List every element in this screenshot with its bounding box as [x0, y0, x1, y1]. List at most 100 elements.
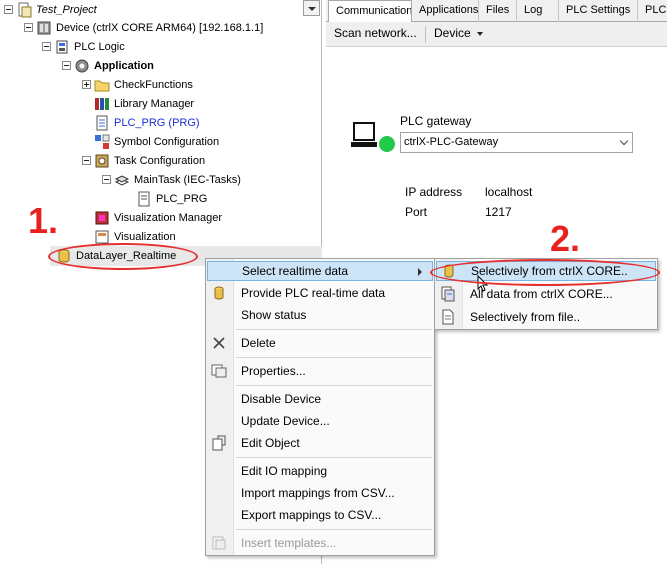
menu-item-edit-object[interactable]: Edit Object: [207, 433, 433, 453]
device-dropdown-label: Device: [434, 26, 471, 40]
collapse-toggle[interactable]: [62, 61, 71, 70]
submenu-item-label: Selectively from file..: [470, 310, 581, 324]
menu-item-edit-io-mapping[interactable]: Edit IO mapping: [207, 461, 433, 481]
tree-item-task-configuration[interactable]: Task Configuration: [82, 151, 205, 170]
task-stack-icon: [114, 172, 130, 188]
library-books-icon: [94, 96, 110, 112]
menu-item-label: Edit Object: [241, 436, 300, 450]
expand-toggle[interactable]: [82, 80, 91, 89]
tree-label: CheckFunctions: [114, 78, 193, 91]
menu-item-export-mappings-csv[interactable]: Export mappings to CSV...: [207, 505, 433, 525]
submenu-item-label: All data from ctrlX CORE...: [470, 287, 613, 301]
tree-item-maintask[interactable]: MainTask (IEC-Tasks): [102, 170, 241, 189]
tree-label: Visualization Manager: [114, 211, 223, 224]
collapse-toggle[interactable]: [24, 23, 33, 32]
tree-label: Library Manager: [114, 97, 195, 110]
tab-plc-settings[interactable]: PLC Settings: [559, 0, 638, 22]
properties-icon: [211, 363, 227, 379]
context-menu: Select realtime data Provide PLC real-ti…: [205, 258, 435, 556]
scan-network-button[interactable]: Scan network...: [334, 26, 417, 40]
plc-logic-icon: [54, 39, 70, 55]
project-icon: [16, 2, 32, 18]
folder-icon: [94, 77, 110, 93]
menu-item-update-device[interactable]: Update Device...: [207, 411, 433, 431]
insert-templates-icon: [211, 535, 227, 551]
tab-applications[interactable]: Applications: [412, 0, 479, 22]
menu-item-label: Select realtime data: [242, 264, 349, 278]
gateway-title: PLC gateway: [400, 114, 472, 128]
tree-label: MainTask (IEC-Tasks): [134, 173, 241, 186]
step1-highlight-ellipse: [48, 243, 198, 270]
tree-label: PLC_PRG (PRG): [114, 116, 200, 129]
menu-separator: [236, 329, 432, 330]
submenu-arrow-icon: [418, 268, 422, 276]
toolbar-separator: [425, 26, 426, 43]
tree-label: PLC Logic: [74, 40, 125, 53]
tree-item-application[interactable]: Application: [62, 56, 154, 75]
menu-item-insert-templates: Insert templates...: [207, 533, 433, 553]
tree-item-plc-prg-call[interactable]: PLC_PRG: [136, 189, 207, 208]
tree-item-library-manager[interactable]: Library Manager: [94, 94, 194, 113]
tree-label: PLC_PRG: [156, 192, 208, 205]
menu-item-label: Insert templates...: [241, 536, 337, 550]
tree-label: Task Configuration: [114, 154, 206, 167]
menu-separator: [236, 529, 432, 530]
menu-item-label: Provide PLC real-time data: [241, 286, 386, 300]
tree-item-symbol-configuration[interactable]: Symbol Configuration: [94, 132, 219, 151]
collapse-toggle[interactable]: [4, 5, 13, 14]
tree-label: Visualization: [114, 230, 176, 243]
tree-label: Device (ctrlX CORE ARM64) [192.168.1.1]: [56, 21, 264, 34]
tree-item-plc-logic[interactable]: PLC Logic: [42, 37, 125, 56]
application-gear-icon: [74, 58, 90, 74]
visualization-icon: [94, 229, 110, 245]
menu-item-delete[interactable]: Delete: [207, 333, 433, 353]
tree-item-test-project[interactable]: Test_Project: [4, 0, 97, 19]
collapse-toggle[interactable]: [102, 175, 111, 184]
tab-log[interactable]: Log: [517, 0, 559, 22]
gateway-select-value: ctrlX-PLC-Gateway: [404, 136, 499, 148]
menu-item-label: Show status: [241, 308, 307, 322]
edit-object-icon: [211, 435, 227, 451]
tree-dropdown-button[interactable]: [303, 0, 320, 16]
delete-x-icon: [211, 335, 227, 351]
gateway-status-indicator: [379, 136, 395, 152]
tree-item-checkfunctions[interactable]: CheckFunctions: [82, 75, 193, 94]
collapse-toggle[interactable]: [82, 156, 91, 165]
device-icon: [36, 20, 52, 36]
menu-separator: [236, 357, 432, 358]
menu-item-label: Disable Device: [241, 392, 322, 406]
tree-label: Application: [94, 59, 154, 72]
chevron-down-icon: [619, 136, 629, 146]
gateway-computer-icon: [351, 121, 379, 154]
collapse-toggle[interactable]: [42, 42, 51, 51]
tab-plc-s-truncated[interactable]: PLC S: [638, 0, 667, 22]
ip-address-value: localhost: [485, 185, 533, 199]
file-icon: [440, 309, 456, 325]
menu-item-label: Export mappings to CSV...: [241, 508, 382, 522]
menu-item-select-realtime-data[interactable]: Select realtime data: [207, 261, 433, 281]
menu-item-show-status[interactable]: Show status: [207, 305, 433, 325]
tree-label: Test_Project: [36, 3, 97, 16]
menu-item-provide-plc-realtime-data[interactable]: Provide PLC real-time data: [207, 283, 433, 303]
menu-item-import-mappings-csv[interactable]: Import mappings from CSV...: [207, 483, 433, 503]
menu-item-properties[interactable]: Properties...: [207, 361, 433, 381]
port-label: Port: [405, 205, 428, 219]
menu-item-label: Import mappings from CSV...: [241, 486, 395, 500]
menu-item-disable-device[interactable]: Disable Device: [207, 389, 433, 409]
program-call-icon: [136, 191, 152, 207]
tree-item-device[interactable]: Device (ctrlX CORE ARM64) [192.168.1.1]: [24, 18, 263, 37]
editor-tab-strip: Communication Applications Files Log PLC…: [326, 0, 667, 23]
device-dropdown-button[interactable]: Device: [434, 26, 483, 40]
tree-item-plc-prg[interactable]: PLC_PRG (PRG): [94, 113, 200, 132]
menu-separator: [236, 457, 432, 458]
step1-label: 1.: [28, 200, 59, 241]
visualization-manager-icon: [94, 210, 110, 226]
tab-communication[interactable]: Communication: [328, 0, 412, 23]
tree-item-visualization-manager[interactable]: Visualization Manager: [94, 208, 222, 227]
submenu-item-all-data-ctrlx-core[interactable]: All data from ctrlX CORE...: [436, 284, 656, 304]
menu-separator: [236, 385, 432, 386]
menu-item-label: Delete: [241, 336, 276, 350]
submenu-item-selectively-from-file[interactable]: Selectively from file..: [436, 307, 656, 327]
gateway-select[interactable]: ctrlX-PLC-Gateway: [400, 132, 633, 153]
tab-files[interactable]: Files: [479, 0, 517, 22]
